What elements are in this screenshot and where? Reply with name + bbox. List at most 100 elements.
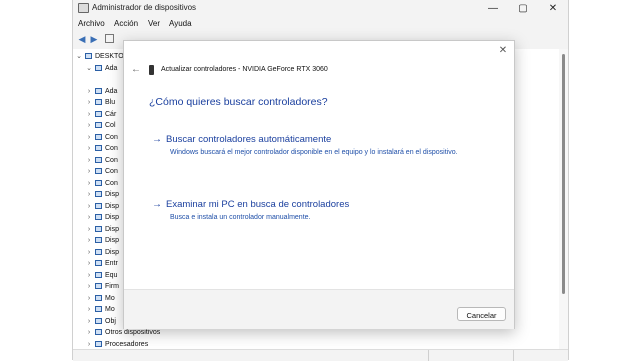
computer-icon xyxy=(95,272,102,279)
chevron-right-icon: › xyxy=(87,88,91,95)
tree-item[interactable]: › Ada xyxy=(85,86,118,97)
display-adapter-icon xyxy=(95,65,102,72)
queue-icon xyxy=(95,122,102,129)
chevron-right-icon: › xyxy=(87,99,91,106)
tree-item[interactable]: › Obj xyxy=(85,316,116,327)
tree-item[interactable]: › Entr xyxy=(85,258,118,269)
minimize-button[interactable]: — xyxy=(478,0,508,17)
tree-item[interactable]: › Firm xyxy=(85,281,119,292)
chevron-right-icon: › xyxy=(87,272,91,279)
mouse-icon xyxy=(95,306,102,313)
device-icon xyxy=(95,249,102,256)
device-icon xyxy=(95,237,102,244)
dialog-title: Actualizar controladores - NVIDIA GeForc… xyxy=(161,66,328,73)
camera-icon xyxy=(95,111,102,118)
update-drivers-dialog: ✕ ← Actualizar controladores - NVIDIA Ge… xyxy=(123,40,515,329)
back-icon[interactable]: ◀ xyxy=(77,34,87,44)
tree-item[interactable]: › Disp xyxy=(85,189,119,200)
unknown-device-icon xyxy=(95,329,102,336)
bluetooth-icon xyxy=(95,99,102,106)
input-icon xyxy=(95,260,102,267)
tree-item[interactable]: › Cár xyxy=(85,109,116,120)
chevron-right-icon: › xyxy=(87,203,91,210)
adapter-icon xyxy=(95,88,102,95)
chevron-right-icon: › xyxy=(87,318,91,325)
menu-bar: Archivo Acción Ver Ayuda xyxy=(73,17,568,31)
tree-item[interactable]: ⌄ Ada xyxy=(85,63,117,74)
status-divider xyxy=(428,350,429,361)
tree-item[interactable]: › Blu xyxy=(85,97,115,108)
chevron-right-icon: › xyxy=(87,226,91,233)
chevron-right-icon: › xyxy=(87,295,91,302)
arrow-right-icon: → xyxy=(152,199,162,210)
tree-root[interactable]: ⌄ DESKTO xyxy=(75,51,124,62)
option-description: Windows buscará el mejor controlador dis… xyxy=(170,149,458,156)
device-manager-icon xyxy=(78,3,89,13)
tree-item[interactable]: › Disp xyxy=(85,235,119,246)
option-description: Busca e instala un controlador manualmen… xyxy=(170,214,311,221)
menu-archivo[interactable]: Archivo xyxy=(78,19,105,28)
controller-icon xyxy=(95,168,102,175)
dialog-close-icon[interactable]: ✕ xyxy=(497,45,509,57)
tree-item[interactable]: › Con xyxy=(85,166,118,177)
chevron-right-icon: › xyxy=(87,122,91,129)
back-arrow-icon[interactable]: ← xyxy=(130,64,142,76)
tree-item[interactable]: › Equ xyxy=(85,270,118,281)
menu-ayuda[interactable]: Ayuda xyxy=(169,19,192,28)
status-bar xyxy=(73,349,568,361)
tree-item[interactable]: › Mo xyxy=(85,293,115,304)
dialog-heading: ¿Cómo quieres buscar controladores? xyxy=(149,96,328,108)
tree-item[interactable]: › Mo xyxy=(85,304,115,315)
chevron-right-icon: › xyxy=(87,214,91,221)
processor-icon xyxy=(95,341,102,348)
chevron-right-icon: › xyxy=(87,134,91,141)
search-automatically-option[interactable]: → Buscar controladores automáticamente Wi… xyxy=(152,134,482,157)
chevron-right-icon: › xyxy=(87,260,91,267)
cancel-button[interactable]: Cancelar xyxy=(457,307,506,321)
tree-item[interactable]: › Disp xyxy=(85,224,119,235)
tree-item[interactable]: › Con xyxy=(85,155,118,166)
tree-item[interactable]: › Con xyxy=(85,132,118,143)
browse-my-pc-option[interactable]: → Examinar mi PC en busca de controladore… xyxy=(152,199,482,222)
status-divider xyxy=(513,350,514,361)
tree-item[interactable]: › Disp xyxy=(85,201,119,212)
tree-item[interactable]: › Disp xyxy=(85,212,119,223)
chevron-right-icon: › xyxy=(87,191,91,198)
chevron-right-icon: › xyxy=(87,168,91,175)
menu-accion[interactable]: Acción xyxy=(114,19,138,28)
chevron-right-icon: › xyxy=(87,237,91,244)
object-icon xyxy=(95,318,102,325)
chevron-right-icon: › xyxy=(87,249,91,256)
device-icon xyxy=(95,191,102,198)
chevron-down-icon: ⌄ xyxy=(76,53,82,60)
computer-icon xyxy=(85,53,92,60)
tree-item[interactable]: › Disp xyxy=(85,247,119,258)
window-title: Administrador de dispositivos xyxy=(92,3,197,12)
tree-item[interactable]: › Con xyxy=(85,143,118,154)
controller-icon xyxy=(95,134,102,141)
option-title: Examinar mi PC en busca de controladores xyxy=(166,199,350,210)
title-bar: Administrador de dispositivos — ▢ ✕ xyxy=(73,0,568,17)
tree-item[interactable]: › Col xyxy=(85,120,116,131)
close-button[interactable]: ✕ xyxy=(538,0,568,17)
firmware-icon xyxy=(95,283,102,290)
properties-icon[interactable] xyxy=(105,34,114,43)
device-icon xyxy=(95,226,102,233)
chevron-right-icon: › xyxy=(87,111,91,118)
dialog-footer xyxy=(124,289,514,329)
device-icon xyxy=(95,214,102,221)
chevron-right-icon: › xyxy=(87,145,91,152)
controller-icon xyxy=(95,145,102,152)
tree-scrollbar-thumb[interactable] xyxy=(562,54,565,294)
chevron-down-icon: ⌄ xyxy=(86,65,92,72)
forward-icon[interactable]: ▶ xyxy=(89,34,99,44)
controller-icon xyxy=(95,157,102,164)
chevron-right-icon: › xyxy=(87,329,91,336)
maximize-button[interactable]: ▢ xyxy=(508,0,538,17)
chevron-right-icon: › xyxy=(87,157,91,164)
chevron-right-icon: › xyxy=(87,283,91,290)
arrow-right-icon: → xyxy=(152,134,162,145)
tree-item[interactable]: › Con xyxy=(85,178,118,189)
menu-ver[interactable]: Ver xyxy=(148,19,160,28)
device-icon xyxy=(95,203,102,210)
